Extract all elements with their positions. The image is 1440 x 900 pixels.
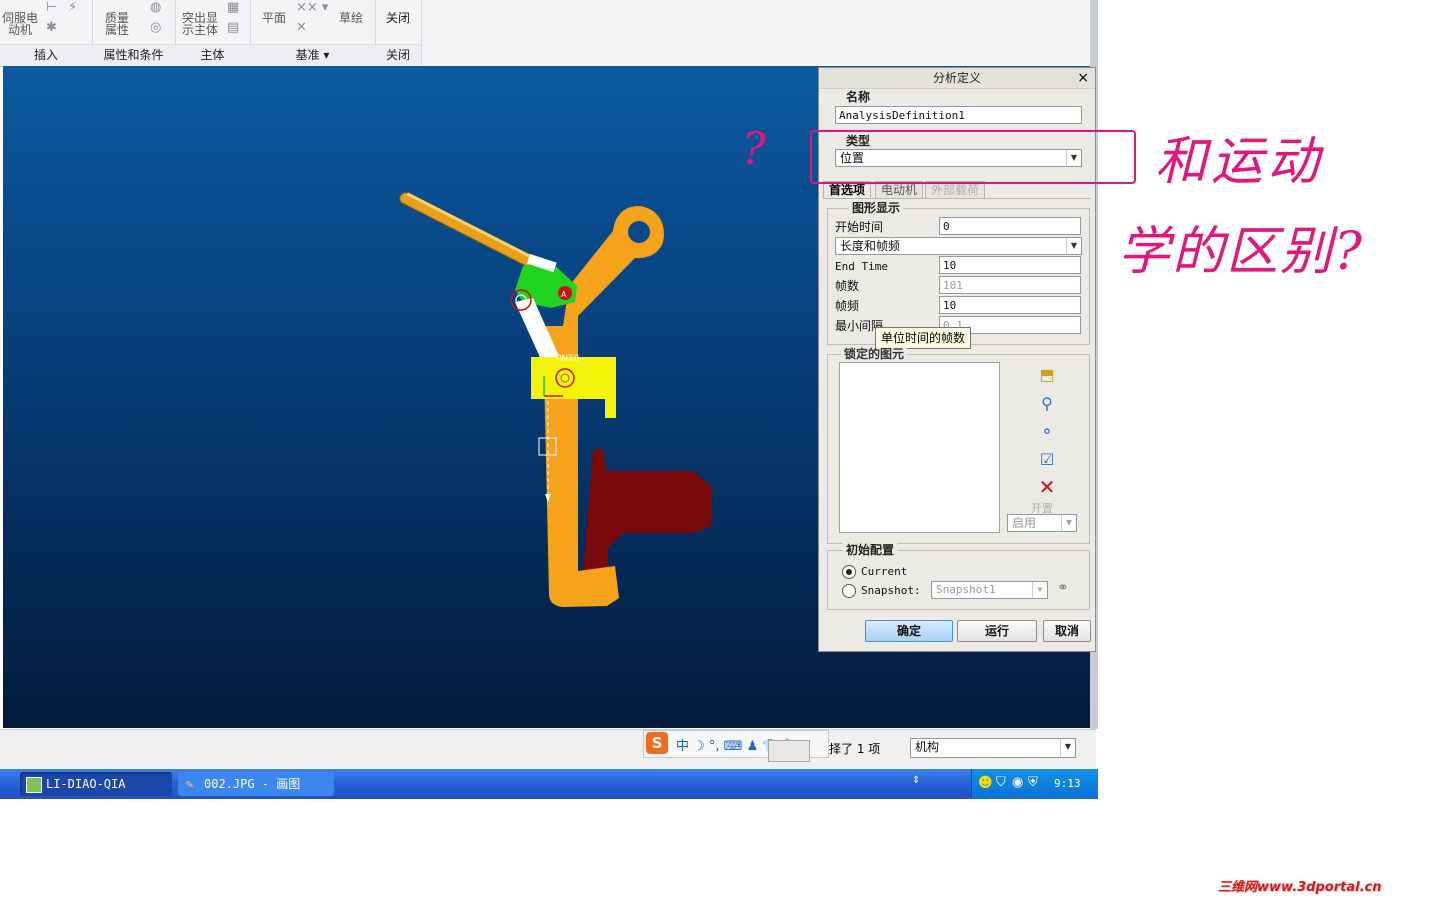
dialog-title: 分析定义 bbox=[819, 68, 1095, 89]
ime-logo-icon[interactable]: S bbox=[646, 732, 668, 754]
mode-select[interactable]: 长度和帧频 ▼ bbox=[835, 237, 1082, 255]
annotation-line-2: 学的区别? bbox=[1118, 222, 1364, 282]
mass-properties-button[interactable]: 质量 属性 bbox=[94, 12, 140, 36]
cancel-button[interactable]: 取消 bbox=[1043, 620, 1091, 642]
pivot-hole bbox=[628, 221, 650, 243]
graphics-display-label: 图形显示 bbox=[849, 201, 904, 215]
tooltip: 单位时间的帧数 bbox=[875, 327, 972, 349]
dialog-close-icon[interactable]: × bbox=[1077, 70, 1089, 86]
group-label-datum[interactable]: 基准 ▾ bbox=[250, 44, 376, 65]
close-ribbon-button[interactable]: 关闭 bbox=[379, 12, 417, 24]
ribbon-group-insert: 伺服电 动机 ⊢ ⚡ ✱ bbox=[0, 0, 93, 44]
servo-motor-button[interactable]: 伺服电 动机 bbox=[0, 12, 40, 36]
ribbon-group-body: 突出显 示主体 ▦ ▤ bbox=[175, 0, 251, 44]
task-creo-label: LI-DIAO-QIA (活... bbox=[46, 777, 126, 815]
chevron-down-icon: ▼ bbox=[1061, 515, 1076, 531]
group-label-body: 主体 bbox=[175, 44, 251, 65]
chevron-down-icon[interactable]: ▼ bbox=[1066, 238, 1081, 254]
enable-select-value: 启用 bbox=[1012, 516, 1037, 530]
snapshot-radio[interactable] bbox=[842, 584, 856, 598]
tray-shield-icon[interactable]: ⛉ bbox=[996, 775, 1006, 790]
ribbon-group-close: 关闭 bbox=[375, 0, 422, 44]
filter-select-value: 机构 bbox=[915, 740, 940, 754]
ribbon-group-datum: 平面 ×× ▾ ✕ 草绘 bbox=[250, 0, 376, 44]
task-paint[interactable]: ✎ 002.JPG - 画图 bbox=[178, 772, 334, 796]
initial-condition-icon[interactable]: ◎ bbox=[150, 20, 161, 35]
snapshot-select-value: Snapshot1 bbox=[936, 583, 996, 596]
name-label: 名称 bbox=[843, 90, 874, 104]
system-tray: ☻ ⛉ ◉ ⛨ 9:13 bbox=[971, 769, 1098, 799]
taskbar: LI-DIAO-QIA (活... ✎ 002.JPG - 画图 ⇕ ☻ ⛉ ◉… bbox=[0, 769, 1098, 815]
connection-icon[interactable]: ⚡ bbox=[68, 0, 77, 15]
annotation-box bbox=[810, 130, 1136, 184]
show-hidden-icon[interactable]: ⇕ bbox=[912, 775, 920, 786]
app-icon bbox=[26, 777, 42, 793]
lock-connection-icon[interactable]: ⚲ bbox=[1035, 393, 1059, 415]
group-label-insert: 插入 bbox=[0, 44, 93, 65]
dark-red-part bbox=[583, 449, 711, 578]
name-field[interactable]: AnalysisDefinition1 bbox=[835, 106, 1082, 124]
frame-rate-label: 帧频 bbox=[835, 299, 860, 313]
annotation-line-1: 和运动 bbox=[1155, 132, 1324, 192]
paint-icon: ✎ bbox=[186, 777, 194, 791]
gravity-icon[interactable]: ◍ bbox=[150, 0, 161, 15]
svg-text:A: A bbox=[561, 290, 567, 299]
tray-app-icon[interactable]: ☻ bbox=[978, 775, 993, 791]
group-label-properties: 属性和条件 bbox=[92, 44, 176, 65]
spring-icon[interactable]: ✱ bbox=[46, 20, 57, 35]
annotation-question-mark: ? bbox=[742, 124, 766, 175]
frames-label: 帧数 bbox=[835, 279, 860, 293]
glasses-icon[interactable]: ⚭ bbox=[1057, 580, 1069, 596]
current-radio[interactable] bbox=[842, 565, 856, 579]
selection-count: 择了 1 项 bbox=[829, 742, 881, 756]
delete-icon[interactable]: ✕ bbox=[1035, 476, 1059, 498]
ok-button[interactable]: 确定 bbox=[865, 620, 953, 642]
chevron-down-icon: ▼ bbox=[1032, 582, 1047, 598]
enable-connection-icon[interactable]: ☑ bbox=[1035, 449, 1059, 471]
task-paint-label: 002.JPG - 画图 bbox=[204, 777, 301, 791]
highlight-body-button[interactable]: 突出显 示主体 bbox=[177, 12, 223, 36]
ribbon: 伺服电 动机 ⊢ ⚡ ✱ 质量 属性 ◍ ◎ 突出显 示主体 ▦ ▤ 平面 ××… bbox=[0, 0, 1092, 67]
locked-entities-label: 锁定的图元 bbox=[841, 347, 908, 361]
watermark: 三维网www.3dportal.cn bbox=[1218, 880, 1382, 895]
point-icon[interactable]: ×× ▾ bbox=[296, 0, 328, 15]
frame-rate-field[interactable]: 10 bbox=[939, 296, 1081, 314]
status-bar: S 中 ☽ °, ⌨ ♟ 👕 🔧 择了 1 项 机构 ▼ bbox=[0, 729, 1096, 768]
cylinder-rod[interactable] bbox=[398, 191, 551, 273]
start-time-label: 开始时间 bbox=[835, 220, 884, 234]
run-button[interactable]: 运行 bbox=[957, 620, 1037, 642]
snapshot-select: Snapshot1 ▼ bbox=[931, 581, 1048, 599]
tray-security-icon[interactable]: ⛨ bbox=[1028, 775, 1038, 790]
end-time-label: End Time bbox=[835, 260, 888, 273]
locked-entities-list[interactable] bbox=[839, 362, 1000, 533]
frames-field: 101 bbox=[939, 276, 1081, 294]
tab-divider bbox=[823, 198, 1091, 199]
start-time-field[interactable]: 0 bbox=[939, 217, 1081, 235]
mode-select-value: 长度和帧频 bbox=[840, 239, 901, 253]
end-time-field[interactable]: 10 bbox=[939, 256, 1081, 274]
filter-select[interactable]: 机构 ▼ bbox=[910, 738, 1076, 758]
chevron-down-icon[interactable]: ▼ bbox=[1060, 739, 1075, 757]
current-label: Current bbox=[861, 565, 908, 578]
axis-icon[interactable]: ✕ bbox=[296, 20, 307, 35]
initial-config-label: 初始配置 bbox=[843, 543, 898, 557]
sketch-button[interactable]: 草绘 bbox=[334, 12, 368, 24]
body-reconnect-icon[interactable]: ▤ bbox=[227, 20, 239, 35]
ribbon-group-properties: 质量 属性 ◍ ◎ bbox=[92, 0, 176, 44]
task-creo[interactable]: LI-DIAO-QIA (活... bbox=[20, 772, 172, 815]
body-define-icon[interactable]: ▦ bbox=[227, 0, 239, 15]
lock-body-icon[interactable]: ⬒ bbox=[1035, 364, 1059, 386]
clock: 9:13 bbox=[1054, 777, 1081, 790]
joint-icon[interactable]: ⊢ bbox=[46, 0, 57, 15]
status-button[interactable] bbox=[768, 740, 810, 762]
tray-network-icon[interactable]: ◉ bbox=[1012, 775, 1023, 790]
pnt-label: PNT0 bbox=[556, 354, 580, 364]
lock-point-icon[interactable]: ⚬ bbox=[1035, 421, 1059, 443]
initial-config-section bbox=[827, 550, 1090, 610]
enable-select: 启用 ▼ bbox=[1007, 514, 1077, 532]
snapshot-label: Snapshot: bbox=[861, 584, 921, 597]
plane-button[interactable]: 平面 bbox=[256, 12, 292, 24]
group-label-close: 关闭 bbox=[375, 44, 422, 65]
